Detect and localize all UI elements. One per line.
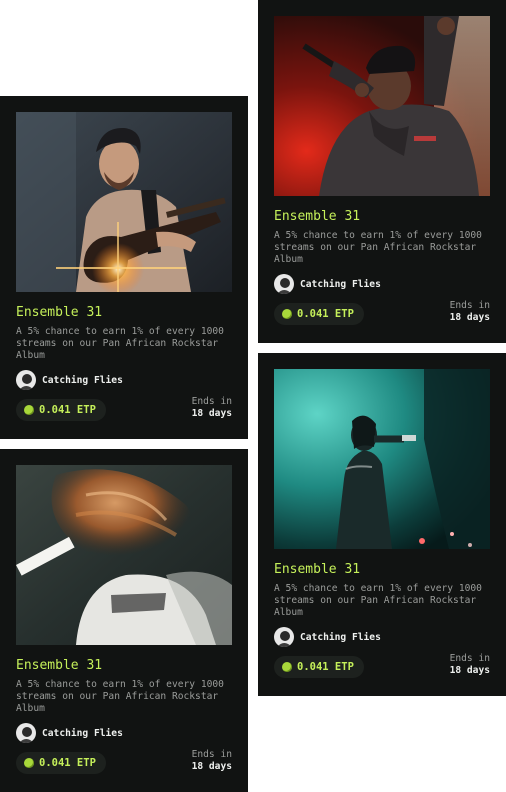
price-value: 0.041 ETP <box>39 757 96 769</box>
coin-icon <box>24 405 34 415</box>
card-footer: 0.041 ETP Ends in 18 days <box>274 653 490 683</box>
ends-label: Ends in <box>191 749 232 760</box>
creator-name: Catching Flies <box>42 727 123 739</box>
nft-card[interactable]: Ensemble 31 A 5% chance to earn 1% of ev… <box>258 0 506 343</box>
avatar <box>16 723 36 743</box>
card-title[interactable]: Ensemble 31 <box>274 209 490 225</box>
price-badge: 0.041 ETP <box>274 656 364 678</box>
card-description: A 5% chance to earn 1% of every 1000 str… <box>16 326 224 361</box>
price-badge: 0.041 ETP <box>16 399 106 421</box>
card-artwork[interactable] <box>274 16 490 196</box>
card-title[interactable]: Ensemble 31 <box>274 562 490 578</box>
ends-in: Ends in 18 days <box>450 300 490 324</box>
price-value: 0.041 ETP <box>297 661 354 673</box>
ends-in: Ends in 18 days <box>192 749 232 773</box>
ends-label: Ends in <box>449 300 490 311</box>
ends-value: 18 days <box>191 408 232 419</box>
card-footer: 0.041 ETP Ends in 18 days <box>16 396 232 426</box>
nft-card[interactable]: Ensemble 31 A 5% chance to earn 1% of ev… <box>258 353 506 696</box>
creator-row[interactable]: Catching Flies <box>16 370 232 390</box>
singer-image <box>274 369 490 549</box>
price-badge: 0.041 ETP <box>274 303 364 325</box>
price-value: 0.041 ETP <box>39 404 96 416</box>
ends-in: Ends in 18 days <box>450 653 490 677</box>
ends-value: 18 days <box>449 312 490 323</box>
nft-card[interactable]: Ensemble 31 A 5% chance to earn 1% of ev… <box>0 449 248 792</box>
creator-row[interactable]: Catching Flies <box>16 723 232 743</box>
card-artwork[interactable] <box>16 112 232 292</box>
ends-in: Ends in 18 days <box>192 396 232 420</box>
creator-name: Catching Flies <box>300 278 381 290</box>
avatar <box>274 627 294 647</box>
coin-icon <box>282 309 292 319</box>
creator-name: Catching Flies <box>42 374 123 386</box>
card-artwork[interactable] <box>16 465 232 645</box>
nft-card[interactable]: Ensemble 31 A 5% chance to earn 1% of ev… <box>0 96 248 439</box>
dancer-image <box>16 465 232 645</box>
card-artwork[interactable] <box>274 369 490 549</box>
ends-label: Ends in <box>449 653 490 664</box>
ends-label: Ends in <box>191 396 232 407</box>
avatar <box>274 274 294 294</box>
card-description: A 5% chance to earn 1% of every 1000 str… <box>16 679 224 714</box>
card-footer: 0.041 ETP Ends in 18 days <box>16 749 232 779</box>
ends-value: 18 days <box>449 665 490 676</box>
price-badge: 0.041 ETP <box>16 752 106 774</box>
card-description: A 5% chance to earn 1% of every 1000 str… <box>274 230 482 265</box>
ends-value: 18 days <box>191 761 232 772</box>
creator-name: Catching Flies <box>300 631 381 643</box>
card-description: A 5% chance to earn 1% of every 1000 str… <box>274 583 482 618</box>
coin-icon <box>24 758 34 768</box>
rapper-image <box>274 16 490 196</box>
card-title[interactable]: Ensemble 31 <box>16 305 232 321</box>
card-title[interactable]: Ensemble 31 <box>16 658 232 674</box>
card-footer: 0.041 ETP Ends in 18 days <box>274 300 490 330</box>
creator-row[interactable]: Catching Flies <box>274 627 490 647</box>
guitarist-image <box>16 112 232 292</box>
creator-row[interactable]: Catching Flies <box>274 274 490 294</box>
avatar <box>16 370 36 390</box>
price-value: 0.041 ETP <box>297 308 354 320</box>
coin-icon <box>282 662 292 672</box>
